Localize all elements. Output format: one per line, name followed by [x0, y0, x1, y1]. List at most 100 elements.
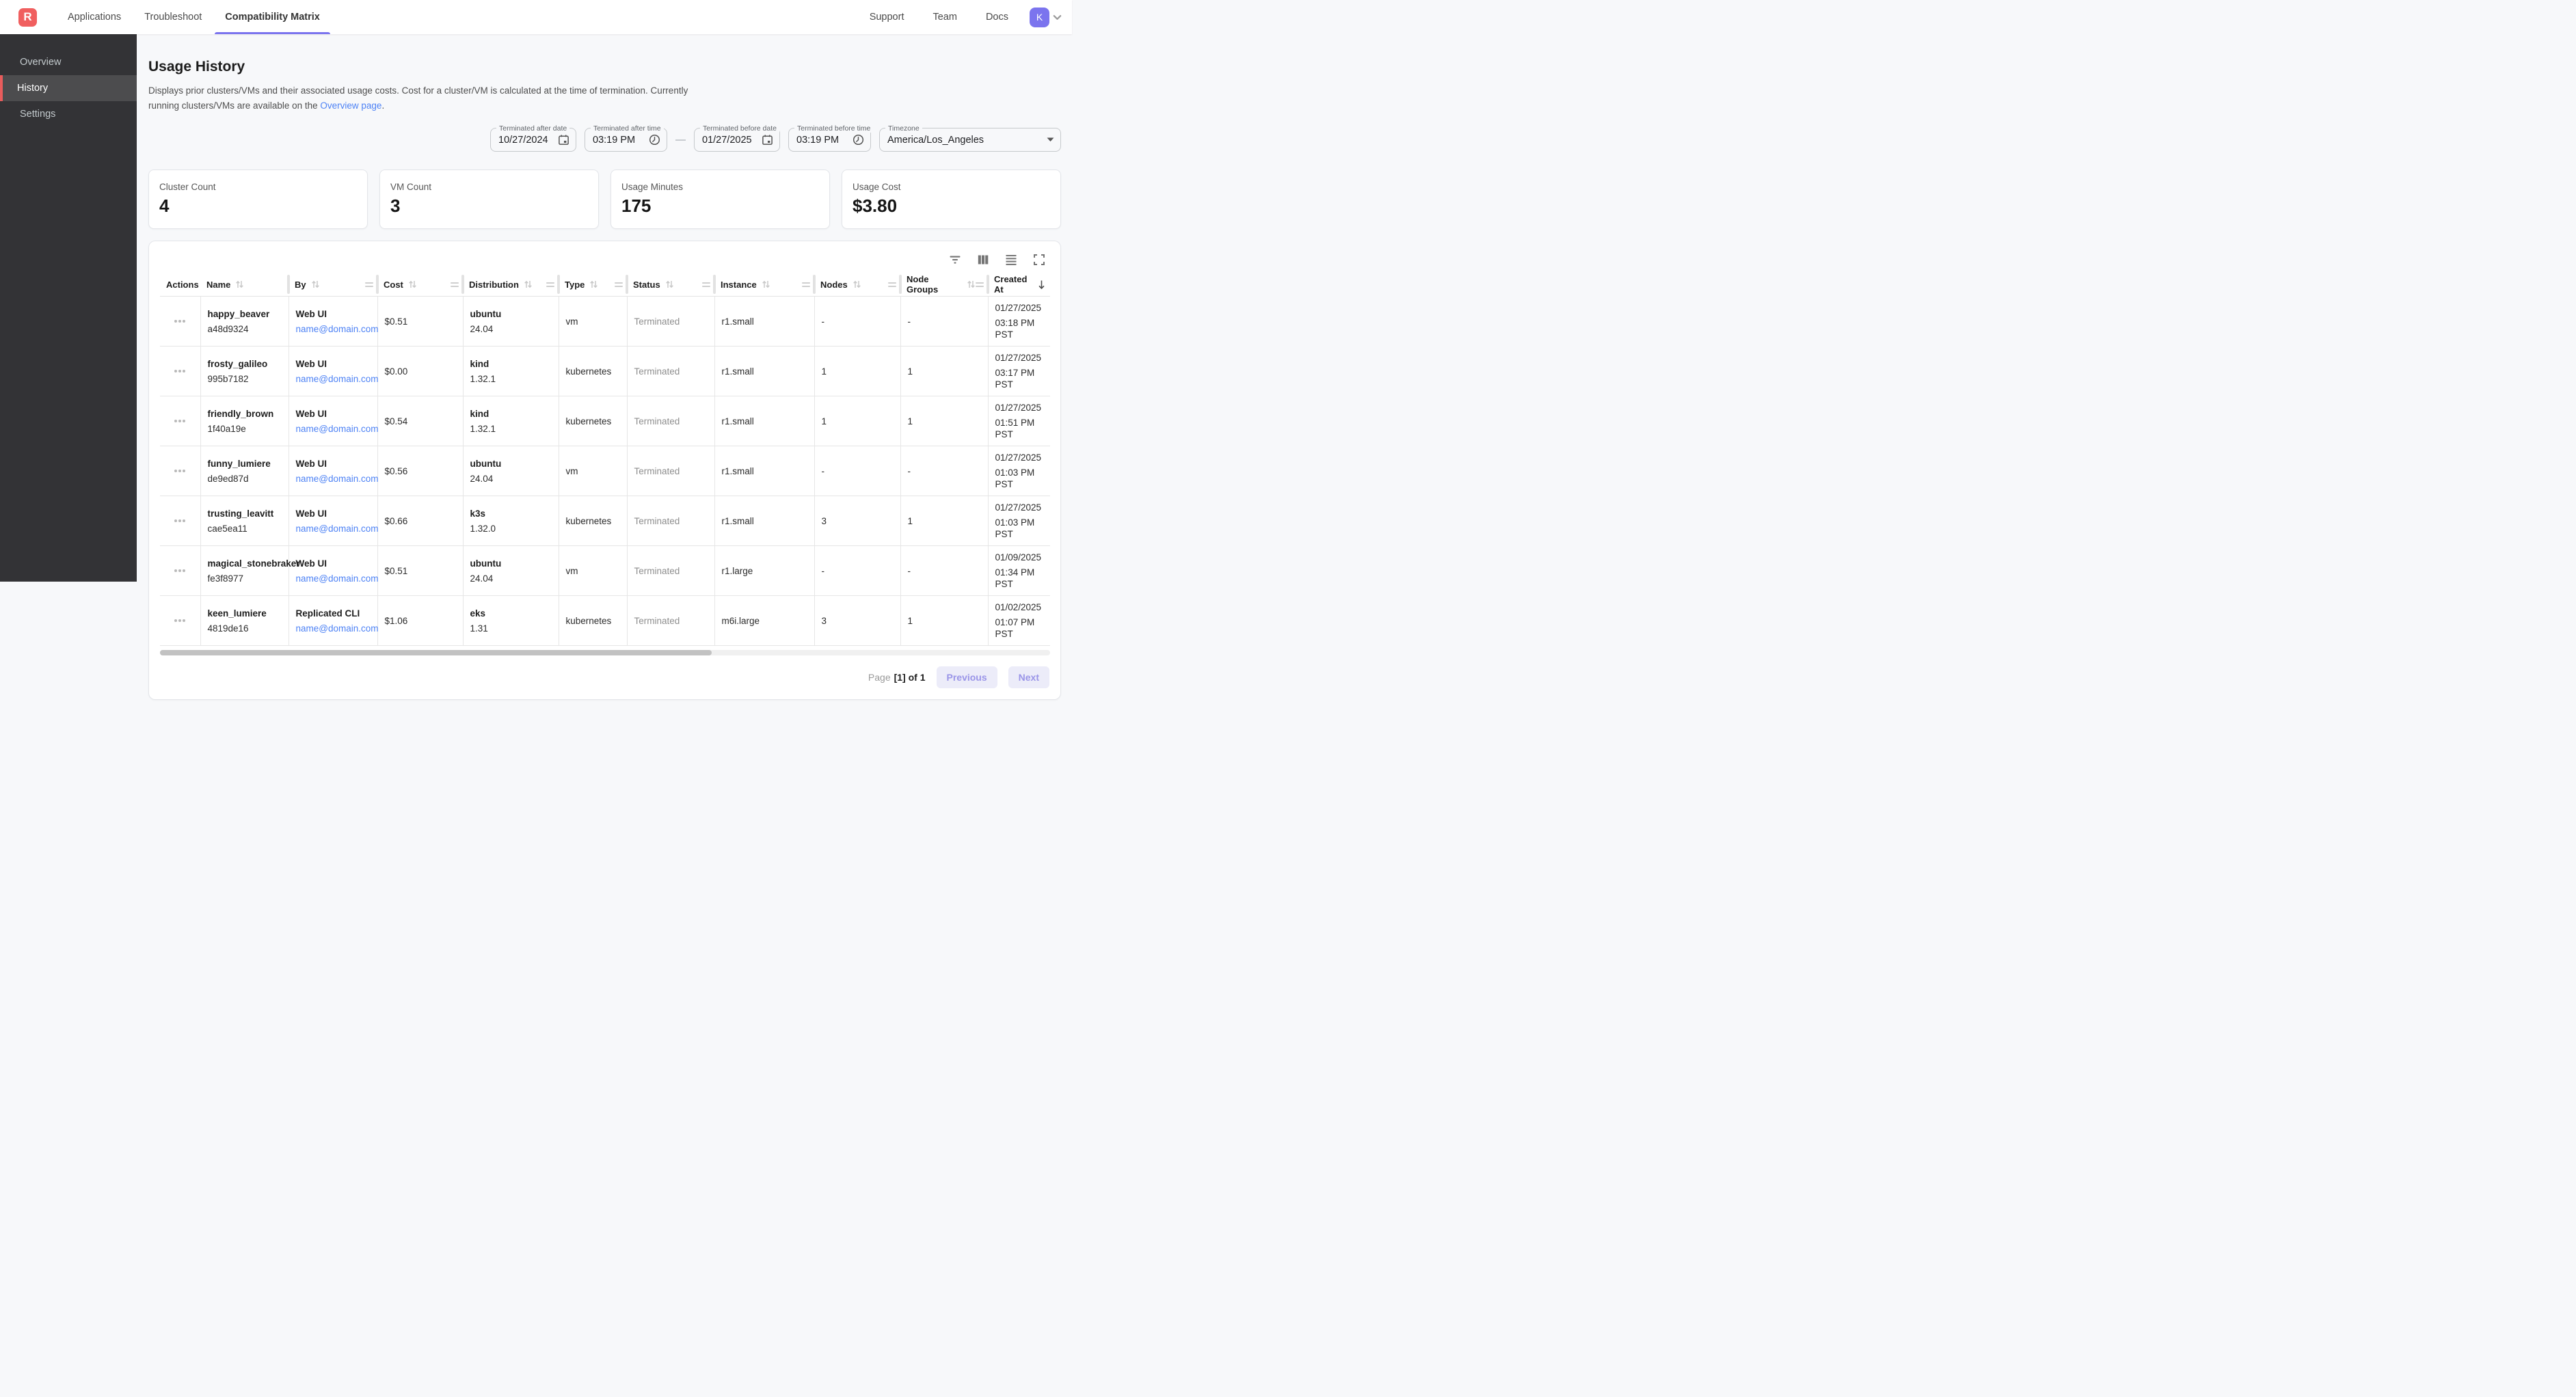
previous-page-button[interactable]: Previous — [937, 666, 997, 688]
cell-created-at: 01/27/202501:03 PM PST — [988, 496, 1050, 546]
column-label: By — [295, 280, 306, 290]
column-header-nodes[interactable]: Nodes — [814, 273, 900, 297]
cell-nodes: 3 — [814, 496, 900, 546]
row-actions-button[interactable] — [171, 414, 189, 428]
nav-tab-applications[interactable]: Applications — [56, 0, 133, 34]
terminated-before-time-value: 03:19 PM — [796, 135, 846, 146]
next-page-button[interactable]: Next — [1008, 666, 1049, 688]
avatar[interactable]: K — [1030, 8, 1049, 27]
sort-arrows-icon[interactable] — [408, 280, 417, 289]
row-actions-button[interactable] — [171, 614, 189, 627]
row-actions-button[interactable] — [171, 364, 189, 378]
fullscreen-icon[interactable] — [1030, 251, 1048, 269]
sort-desc-arrow-icon[interactable] — [1037, 280, 1046, 290]
stat-value: $3.80 — [853, 195, 1049, 217]
column-header-cost[interactable]: Cost — [377, 273, 463, 297]
terminated-after-date-input[interactable]: Terminated after date 10/27/2024 — [490, 128, 576, 152]
horizontal-scrollbar-thumb[interactable] — [160, 650, 712, 655]
cell-name: frosty_galileo995b7182 — [200, 347, 289, 396]
column-resize-handle[interactable] — [365, 282, 373, 287]
clock-icon[interactable] — [649, 134, 660, 146]
column-resize-handle[interactable] — [615, 282, 623, 287]
sort-arrows-icon[interactable] — [967, 280, 976, 289]
by-email-link[interactable]: name@domain.com — [296, 374, 379, 384]
terminated-after-time-input[interactable]: Terminated after time 03:19 PM — [585, 128, 667, 152]
sort-arrows-icon[interactable] — [524, 280, 533, 289]
column-header-status[interactable]: Status — [627, 273, 714, 297]
status-badge: Terminated — [634, 566, 680, 576]
row-actions-button[interactable] — [171, 314, 189, 328]
density-icon[interactable] — [1002, 251, 1020, 269]
by-email-link[interactable]: name@domain.com — [296, 623, 379, 634]
terminated-before-time-input[interactable]: Terminated before time 03:19 PM — [788, 128, 871, 152]
by-email-link[interactable]: name@domain.com — [296, 324, 379, 334]
sidebar-item-settings[interactable]: Settings — [0, 101, 137, 127]
cluster-id: cae5ea11 — [208, 523, 282, 534]
filter-icon[interactable] — [946, 251, 964, 269]
column-header-instance[interactable]: Instance — [714, 273, 814, 297]
nav-link-docs[interactable]: Docs — [971, 12, 1023, 23]
created-date: 01/27/2025 — [995, 402, 1044, 413]
sort-arrows-icon[interactable] — [589, 280, 598, 289]
column-resize-handle[interactable] — [451, 282, 459, 287]
sort-arrows-icon[interactable] — [235, 280, 244, 289]
column-header-created-at[interactable]: Created At — [988, 273, 1050, 297]
cell-nodes: - — [814, 446, 900, 496]
cell-by: Replicated CLI name@domain.com — [289, 596, 377, 646]
cluster-id: 1f40a19e — [208, 423, 282, 435]
sort-arrows-icon[interactable] — [853, 280, 861, 289]
column-resize-handle[interactable] — [888, 282, 896, 287]
cell-nodes: 3 — [814, 596, 900, 646]
created-by-source: Replicated CLI — [296, 608, 371, 619]
by-email-link[interactable]: name@domain.com — [296, 424, 379, 434]
by-email-link[interactable]: name@domain.com — [296, 573, 379, 584]
terminated-before-date-input[interactable]: Terminated before date 01/27/2025 — [694, 128, 780, 152]
nav-tab-troubleshoot[interactable]: Troubleshoot — [133, 0, 213, 34]
cell-node-groups: 1 — [900, 347, 988, 396]
cell-by: Web UIname@domain.com — [289, 347, 377, 396]
app-logo[interactable]: R — [18, 8, 37, 27]
by-email-link[interactable]: name@domain.com — [296, 474, 379, 484]
filter-bar: Terminated after date 10/27/2024 Termina… — [148, 128, 1061, 152]
column-resize-handle[interactable] — [546, 282, 554, 287]
column-header-name[interactable]: Name — [200, 273, 289, 297]
columns-icon[interactable] — [974, 251, 992, 269]
created-date: 01/09/2025 — [995, 552, 1044, 563]
overview-page-link[interactable]: Overview page — [320, 100, 381, 111]
stat-value: 175 — [621, 195, 818, 217]
timezone-value: America/Los_Angeles — [887, 135, 1040, 146]
clock-icon[interactable] — [853, 134, 864, 146]
sort-arrows-icon[interactable] — [311, 280, 320, 289]
sidebar-item-overview[interactable]: Overview — [0, 49, 137, 75]
top-nav: R Applications Troubleshoot Compatibilit… — [0, 0, 1072, 34]
nav-link-team[interactable]: Team — [918, 12, 971, 23]
cell-type: vm — [559, 297, 627, 347]
row-actions-button[interactable] — [171, 464, 189, 478]
column-header-by[interactable]: By — [289, 273, 377, 297]
by-email-link[interactable]: name@domain.com — [296, 524, 379, 534]
column-header-actions: Actions — [160, 273, 200, 297]
timezone-label: Timezone — [885, 124, 922, 133]
column-resize-handle[interactable] — [976, 282, 984, 287]
created-date: 01/27/2025 — [995, 352, 1044, 364]
sort-arrows-icon[interactable] — [665, 280, 674, 289]
cell-name: trusting_leavittcae5ea11 — [200, 496, 289, 546]
column-header-type[interactable]: Type — [559, 273, 627, 297]
nav-tab-compatibility-matrix[interactable]: Compatibility Matrix — [213, 0, 332, 34]
chevron-down-icon[interactable] — [1052, 12, 1062, 23]
sort-arrows-icon[interactable] — [762, 280, 770, 289]
nav-link-support[interactable]: Support — [855, 12, 919, 23]
calendar-icon[interactable] — [558, 134, 569, 146]
column-header-node-groups[interactable]: Node Groups — [900, 273, 988, 297]
stat-label: Usage Cost — [853, 182, 1049, 192]
cell-name: happy_beavera48d9324 — [200, 297, 289, 347]
column-resize-handle[interactable] — [702, 282, 710, 287]
row-actions-button[interactable] — [171, 514, 189, 528]
row-actions-button[interactable] — [171, 564, 189, 578]
calendar-icon[interactable] — [762, 134, 773, 146]
timezone-select[interactable]: Timezone America/Los_Angeles — [879, 128, 1061, 152]
column-header-distribution[interactable]: Distribution — [463, 273, 559, 297]
sidebar-item-history[interactable]: History — [0, 75, 137, 101]
horizontal-scrollbar-track[interactable] — [160, 650, 1050, 655]
column-resize-handle[interactable] — [802, 282, 810, 287]
